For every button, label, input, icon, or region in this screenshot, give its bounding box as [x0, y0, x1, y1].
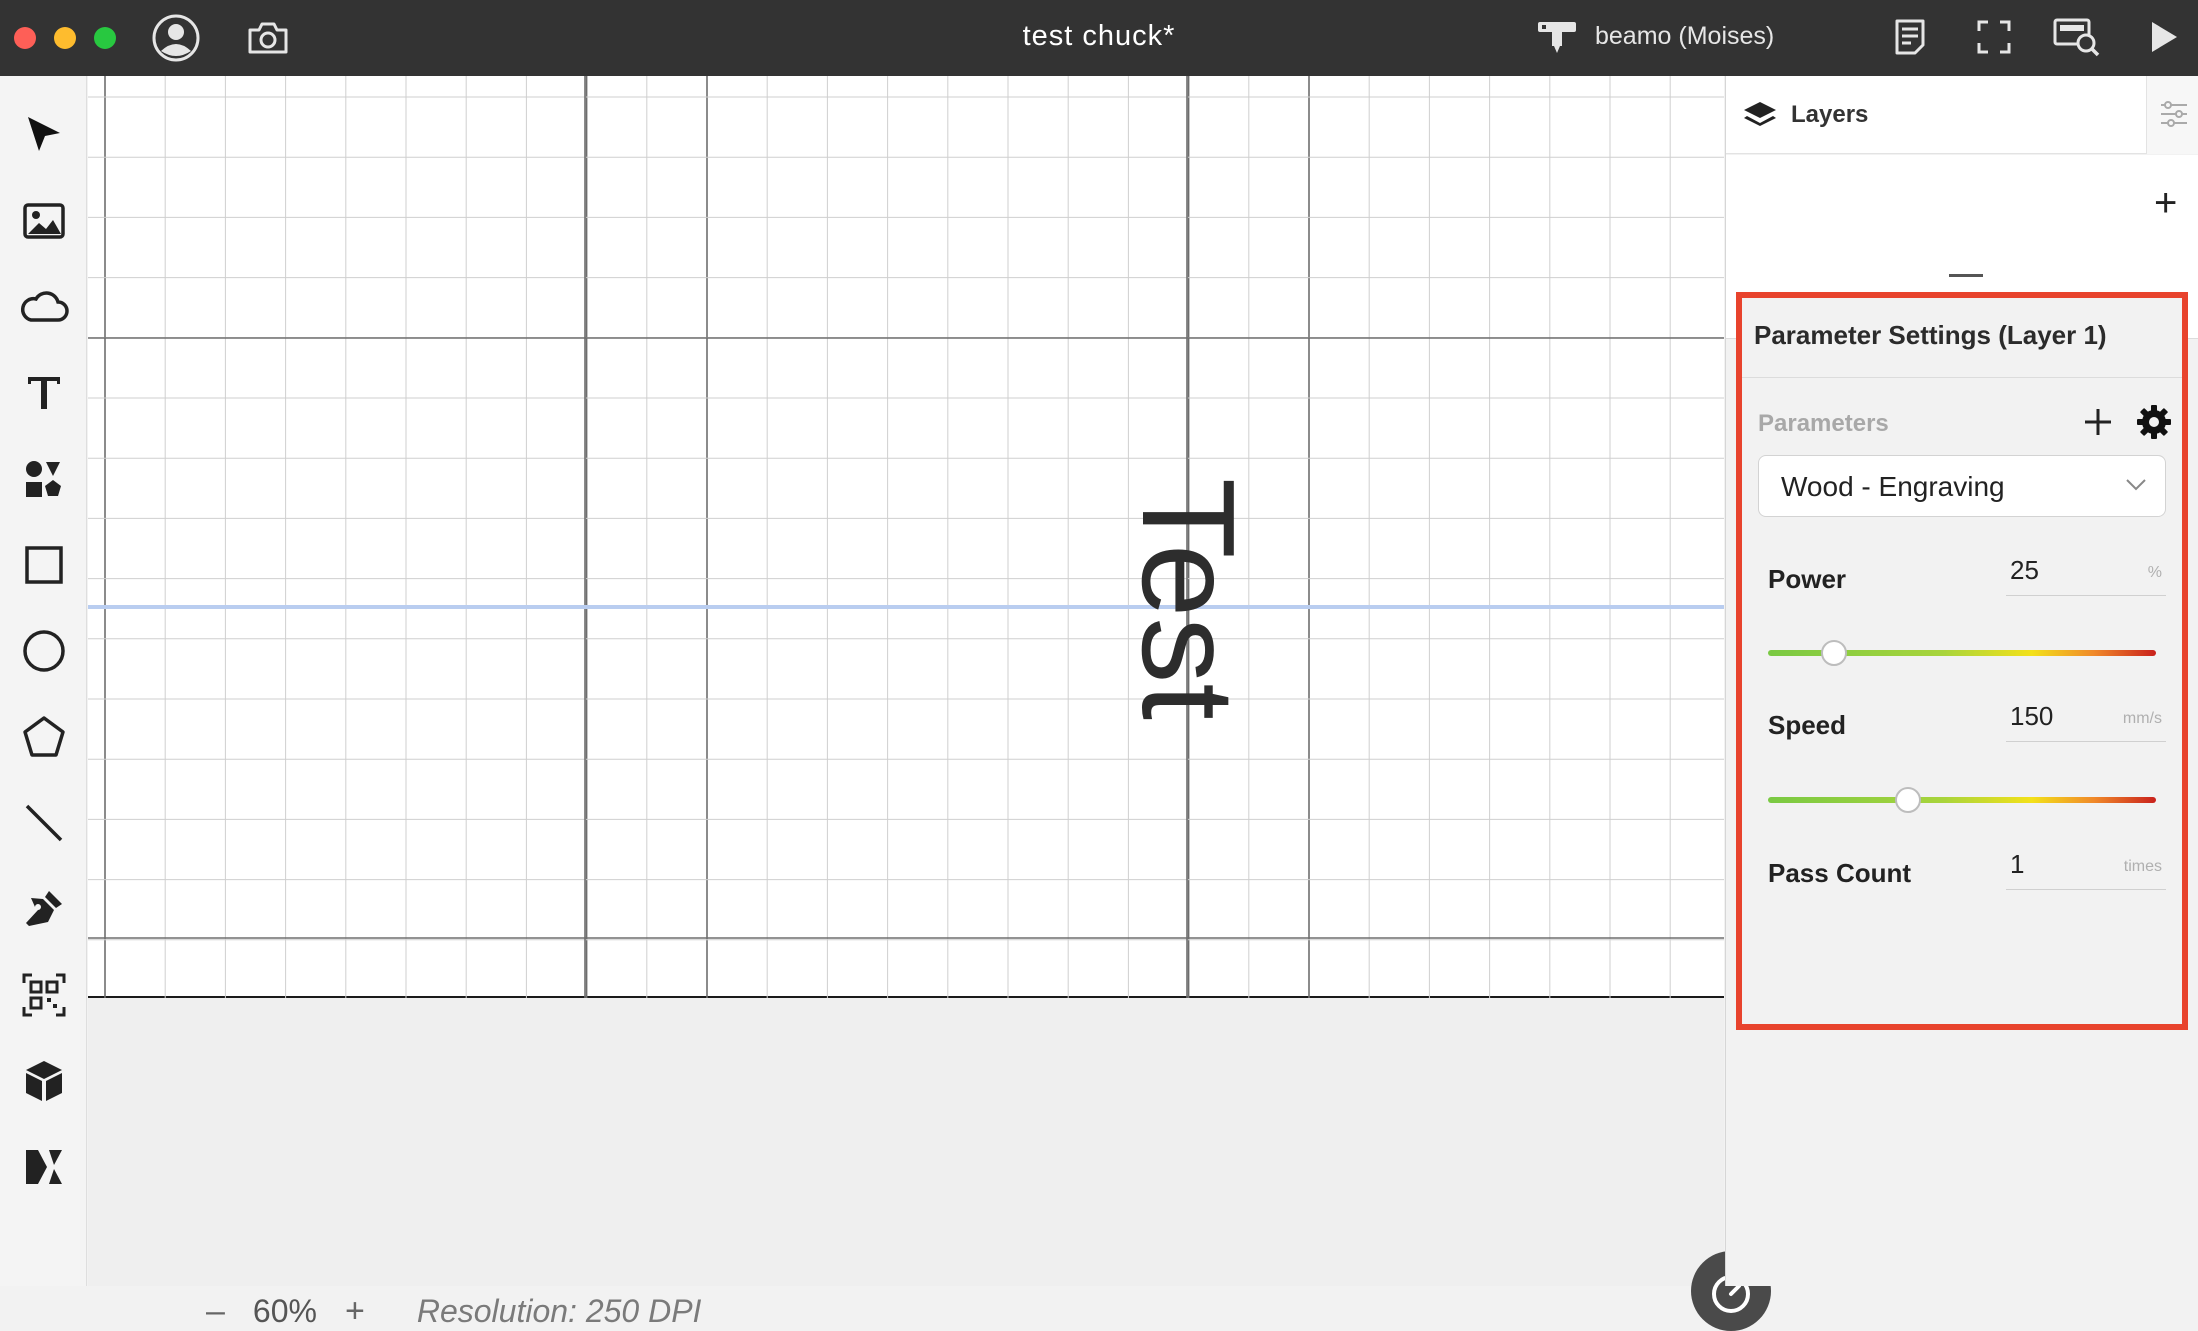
- pen-tool[interactable]: [0, 873, 87, 945]
- canvas-text-object[interactable]: Test: [1115, 474, 1262, 724]
- parameters-label: Parameters: [1758, 410, 1889, 437]
- preview-icon[interactable]: [2052, 16, 2102, 58]
- document-title: test chuck*: [1022, 20, 1176, 52]
- preset-settings-button[interactable]: [2136, 404, 2172, 440]
- polygon-icon: [22, 716, 65, 757]
- panel-options-button[interactable]: [2146, 76, 2198, 154]
- minimize-window-button[interactable]: [54, 27, 76, 49]
- cursor-icon: [27, 117, 60, 151]
- chevron-down-icon: [2126, 479, 2146, 491]
- zoom-level: 60%: [252, 1292, 317, 1329]
- polygon-tool[interactable]: [0, 701, 87, 773]
- parameter-settings-panel: Parameter Settings (Layer 1) Parameters …: [1736, 292, 2188, 1030]
- speed-input[interactable]: 150 mm/s: [2006, 696, 2166, 742]
- line-icon: [25, 804, 62, 842]
- zoom-out-button[interactable]: –: [206, 1292, 225, 1331]
- close-window-button[interactable]: [14, 27, 36, 49]
- plus-icon: [2085, 409, 2111, 435]
- box-generator-tool[interactable]: [0, 1045, 87, 1117]
- qr-code-tool[interactable]: [0, 959, 87, 1031]
- elements-icon: [25, 461, 61, 497]
- settings-sliders-icon: [2161, 101, 2187, 127]
- pass-count-input[interactable]: 1 times: [2006, 844, 2166, 890]
- speed-label: Speed: [1768, 710, 1847, 740]
- laser-machine-icon[interactable]: [1535, 16, 1579, 56]
- cloud-icon: [20, 291, 69, 322]
- box-icon: [25, 1061, 62, 1101]
- pass-count-label: Pass Count: [1768, 858, 1912, 888]
- speed-value: 150: [2010, 701, 2054, 731]
- camera-icon[interactable]: [245, 16, 291, 60]
- add-layer-button[interactable]: +: [2154, 183, 2177, 223]
- pass-count-unit: times: [2123, 858, 2162, 875]
- parameter-settings-header: Parameter Settings (Layer 1): [1742, 298, 2182, 378]
- play-icon[interactable]: [2144, 16, 2184, 58]
- power-slider-thumb[interactable]: [1820, 640, 1847, 666]
- zoom-in-button[interactable]: +: [345, 1292, 365, 1331]
- text-icon: [27, 377, 60, 409]
- pass-count-value: 1: [2010, 849, 2025, 879]
- rectangle-icon: [24, 546, 63, 584]
- preset-value: Wood - Engraving: [1781, 471, 2005, 502]
- user-account-icon[interactable]: [150, 12, 202, 64]
- image-icon: [22, 203, 65, 239]
- panel-resize-handle[interactable]: [1949, 274, 1983, 277]
- grid: [88, 76, 1724, 998]
- ellipse-icon: [22, 630, 65, 672]
- power-input[interactable]: 25 %: [2006, 550, 2166, 596]
- text-tool[interactable]: [0, 357, 87, 429]
- left-toolbar: [0, 76, 87, 1286]
- design-market-icon: [25, 1150, 62, 1184]
- gear-icon: [2137, 405, 2171, 439]
- work-area[interactable]: Test: [88, 76, 1724, 998]
- design-market-tool[interactable]: [0, 1131, 87, 1203]
- device-selector[interactable]: beamo (Moises): [1595, 22, 1774, 51]
- layers-title: Layers: [1791, 101, 1869, 128]
- speed-slider[interactable]: [1768, 787, 2156, 813]
- elements-tool[interactable]: [0, 443, 87, 515]
- speed-slider-thumb[interactable]: [1894, 787, 1921, 813]
- line-tool[interactable]: [0, 787, 87, 859]
- power-unit: %: [2147, 564, 2162, 581]
- rectangle-tool[interactable]: [0, 529, 87, 601]
- frame-icon[interactable]: [1974, 17, 2014, 57]
- qr-code-icon: [22, 973, 65, 1017]
- power-label: Power: [1768, 564, 1847, 594]
- image-tool[interactable]: [0, 185, 87, 257]
- cloud-tool[interactable]: [0, 271, 87, 343]
- preset-dropdown[interactable]: Wood - Engraving: [1758, 455, 2166, 517]
- layers-icon: [1744, 102, 1776, 126]
- zoom-controls: – 60% + Resolution: 250 DPI: [206, 1291, 701, 1331]
- maximize-window-button[interactable]: [94, 27, 116, 49]
- task-list-icon[interactable]: [1890, 16, 1930, 58]
- cursor-tool[interactable]: [0, 99, 87, 171]
- add-preset-button[interactable]: [2082, 406, 2114, 438]
- resolution-label: Resolution: 250 DPI: [416, 1292, 702, 1329]
- speed-unit: mm/s: [2122, 710, 2162, 727]
- power-slider[interactable]: [1768, 640, 2156, 666]
- right-panel: Layers + Parameter Settings (Layer 1) Pa…: [1725, 76, 2198, 1286]
- power-value: 25: [2010, 555, 2039, 585]
- layers-tab[interactable]: Layers: [1726, 76, 2198, 154]
- title-bar: test chuck* beamo (Moises): [0, 0, 2198, 76]
- parameter-settings-title: Parameter Settings (Layer 1): [1754, 320, 2107, 350]
- canvas-area[interactable]: Test – 60% + Resolution: 250 DPI: [88, 76, 1771, 1331]
- pen-icon: [25, 891, 62, 926]
- ellipse-tool[interactable]: [0, 615, 87, 687]
